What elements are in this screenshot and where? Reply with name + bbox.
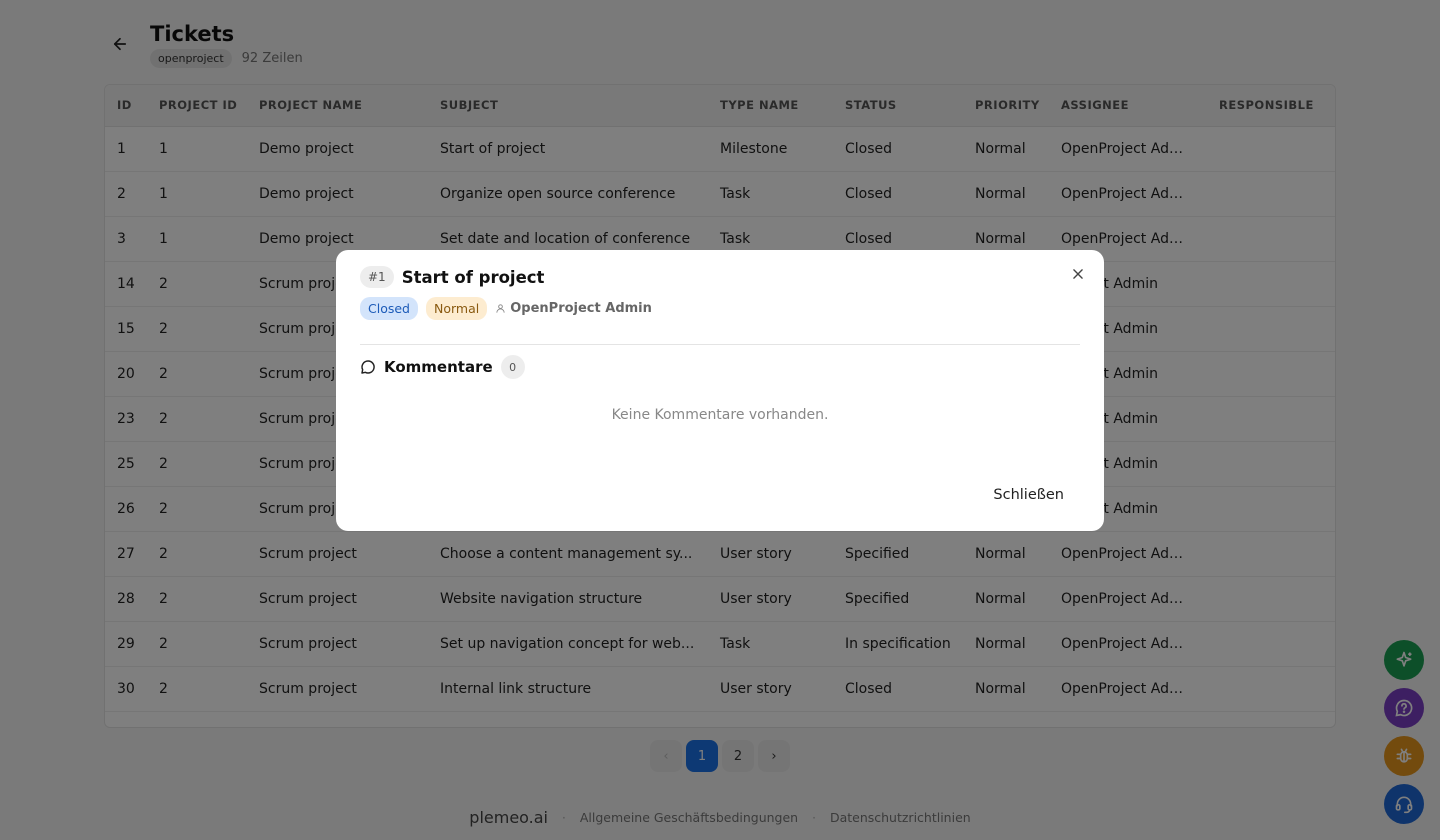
ticket-id-badge: #1: [360, 266, 394, 288]
assignee-name: OpenProject Admin: [510, 301, 652, 316]
modal-divider: [360, 344, 1080, 345]
comments-label: Kommentare: [384, 358, 493, 376]
priority-badge: Normal: [426, 297, 488, 320]
user-icon: [496, 304, 505, 313]
comments-header: Kommentare 0: [360, 355, 1080, 379]
comments-count: 0: [500, 355, 525, 379]
assignee: OpenProject Admin: [495, 301, 652, 316]
modal-title: Start of project: [401, 267, 545, 287]
comment-icon: [361, 360, 375, 374]
close-button[interactable]: Schließen: [977, 481, 1080, 509]
status-badge: Closed: [360, 297, 418, 320]
no-comments-text: Keine Kommentare vorhanden.: [611, 407, 829, 423]
close-icon: [1073, 269, 1083, 279]
ticket-detail-modal: #1 Start of project Closed Normal OpenPr…: [336, 250, 1104, 531]
modal-close-x-button[interactable]: [1066, 262, 1090, 286]
